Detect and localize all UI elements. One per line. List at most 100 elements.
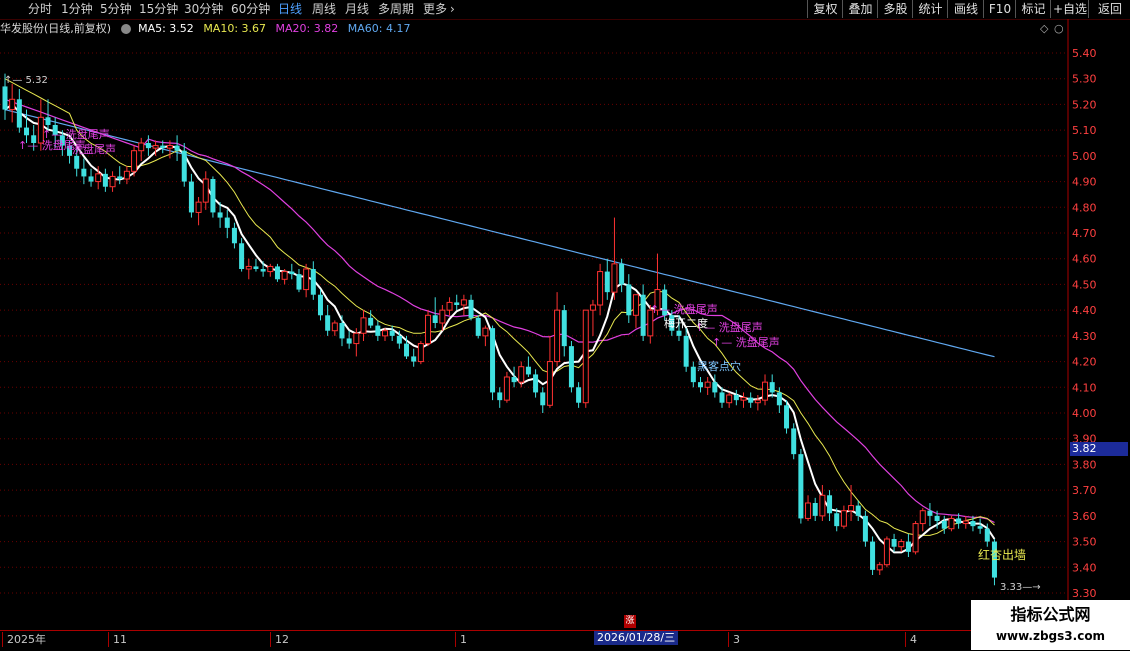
candle-body	[740, 397, 747, 401]
candle-body	[454, 302, 460, 305]
y-tick-label: 4.90	[1072, 176, 1097, 189]
candle-body	[540, 392, 546, 406]
y-tick-label: 4.10	[1072, 381, 1097, 394]
candle-body	[676, 330, 682, 336]
candle-body	[210, 179, 216, 213]
candlestick-chart[interactable]: 5.40 5.30 5.20 5.10 5.00 4.90 4.80 4.70 4.60 4.50…	[0, 0, 1130, 650]
candle-body	[460, 299, 467, 306]
candle-body	[876, 564, 883, 571]
candle-body	[697, 382, 703, 388]
candle-body	[353, 332, 360, 345]
candle-body	[346, 338, 352, 344]
candle-body	[840, 510, 847, 527]
y-tick-label: 3.70	[1072, 484, 1097, 497]
cursor-date-label: 2026/01/28/三	[594, 631, 679, 645]
candle-body	[834, 513, 840, 527]
candle-body	[632, 294, 639, 316]
candle-body	[174, 145, 180, 151]
signal-label: ↑— 洗盘尾声	[650, 302, 718, 316]
y-tick-label: 3.80	[1072, 458, 1097, 471]
candle-body	[683, 335, 689, 367]
y-tick-label: 3.60	[1072, 510, 1097, 523]
candle-body	[576, 387, 582, 403]
candle-body	[503, 376, 510, 401]
candle-body	[626, 284, 632, 316]
watermark-title: 指标公式网	[1010, 605, 1091, 624]
candle-body	[425, 314, 432, 345]
y-tick-label: 3.40	[1072, 561, 1097, 574]
candle-body	[927, 510, 933, 516]
candle-body	[948, 517, 955, 530]
candle-body	[497, 392, 503, 401]
candle-body	[432, 315, 438, 323]
ma20-line	[4, 98, 995, 524]
y-tick-label: 5.20	[1072, 98, 1097, 111]
candle-body	[554, 309, 561, 363]
candle-body	[16, 99, 22, 128]
candle-body	[95, 173, 102, 183]
y-tick-label: 5.30	[1072, 73, 1097, 86]
candle-body	[784, 405, 790, 429]
candle-body	[123, 170, 130, 180]
candle-body	[891, 539, 897, 547]
y-tick-label: 3.30	[1072, 587, 1097, 600]
candle-body	[138, 142, 145, 152]
date-tick-4: 3	[728, 632, 740, 647]
candle-body	[791, 428, 797, 455]
candle-body	[382, 330, 389, 337]
candle-body	[962, 520, 969, 525]
candle-body	[726, 394, 733, 404]
candle-body	[970, 521, 976, 527]
candle-body	[812, 503, 818, 516]
candle-body	[862, 515, 868, 542]
y-tick-label: 5.00	[1072, 150, 1097, 163]
candle-body	[224, 217, 230, 228]
candle-body	[776, 392, 782, 406]
candle-body	[905, 541, 911, 552]
candle-body	[597, 271, 604, 306]
candle-body	[604, 271, 610, 293]
candle-body	[411, 356, 417, 362]
candle-body	[912, 523, 919, 553]
y-tick-label: 3.50	[1072, 536, 1097, 549]
candle-body	[202, 178, 209, 203]
candle-body	[325, 315, 331, 331]
candle-body	[195, 201, 202, 213]
candle-body	[640, 294, 646, 336]
candle-body	[511, 377, 517, 383]
candle-body	[166, 145, 173, 149]
candle-body	[977, 526, 983, 529]
candle-body	[870, 541, 876, 570]
candle-body	[152, 145, 159, 149]
signal-label: 梅开二度	[664, 316, 708, 330]
candle-body	[296, 274, 302, 290]
candle-body	[289, 271, 295, 275]
candle-body	[490, 328, 496, 393]
candle-body	[468, 299, 474, 318]
candle-body	[339, 323, 345, 339]
candle-body	[805, 502, 812, 519]
signal-label: 黑客点穴	[697, 359, 741, 373]
candle-body	[525, 366, 531, 375]
candle-body	[260, 269, 266, 272]
candle-body	[819, 494, 826, 517]
candle-body	[690, 366, 696, 383]
candle-body	[331, 322, 338, 332]
candle-body	[439, 309, 446, 324]
candle-body	[231, 227, 237, 244]
candle-body	[2, 86, 8, 110]
candle-body	[303, 268, 310, 291]
candle-body	[145, 143, 151, 149]
candle-body	[941, 521, 947, 529]
y-tick-label: 4.30	[1072, 330, 1097, 343]
candle-body	[919, 510, 926, 525]
candle-body	[611, 263, 618, 293]
signal-label: 红杏出墙	[978, 547, 1026, 562]
zhang-marker: 涨	[624, 615, 636, 628]
candle-body	[239, 243, 245, 269]
date-tick-5: 4	[905, 632, 917, 647]
candle-body	[619, 263, 625, 285]
candle-body	[827, 495, 833, 514]
y-tick-label: 4.50	[1072, 278, 1097, 291]
candle-body	[253, 266, 259, 269]
